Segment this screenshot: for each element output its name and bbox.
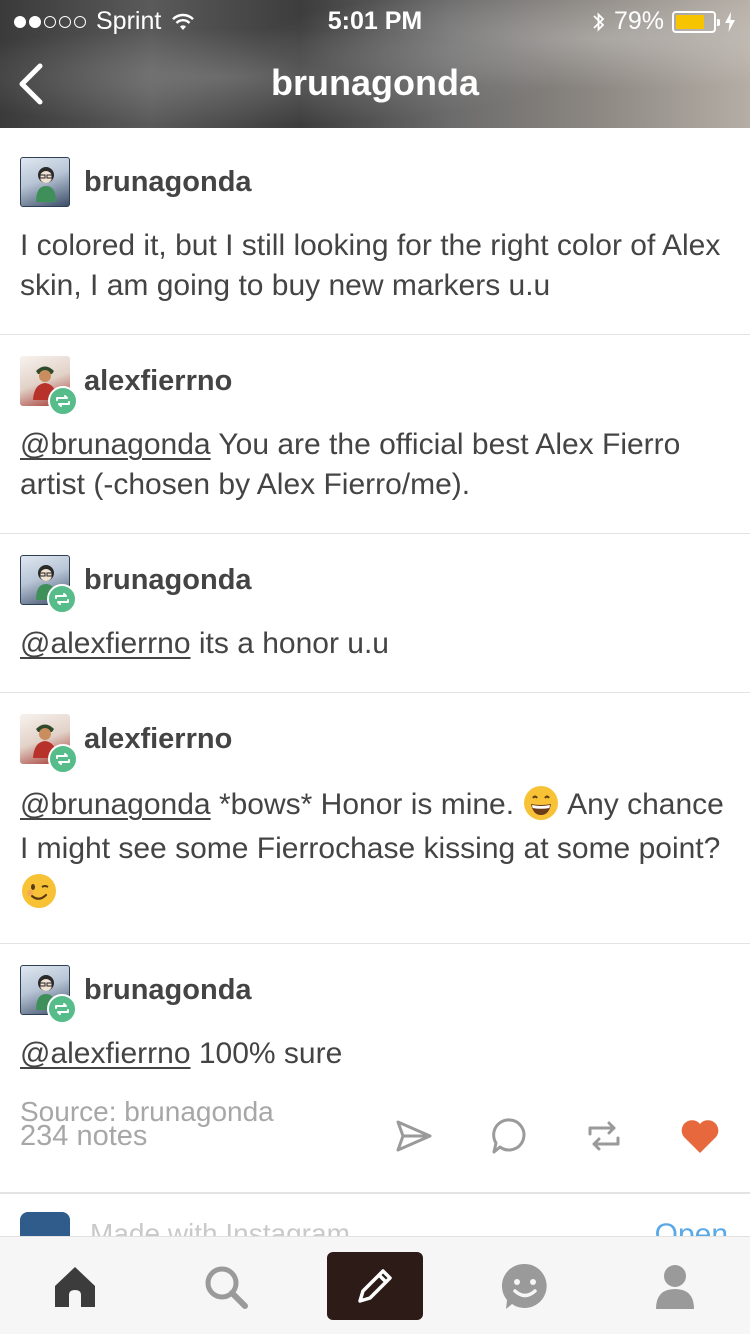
username[interactable]: alexfierrno [84, 365, 232, 398]
mention-link[interactable]: @alexfierrno [20, 1037, 191, 1070]
entry-header: alexfierrno [20, 713, 728, 774]
username[interactable]: brunagonda [84, 166, 252, 199]
avatar[interactable] [20, 555, 77, 614]
entry-text: I colored it, but I still looking for th… [20, 229, 721, 302]
peek-caption: Made with Instagram [90, 1218, 350, 1238]
instagram-icon [20, 1212, 70, 1238]
entry-header: brunagonda [20, 156, 728, 208]
entry-header: brunagonda [20, 964, 728, 1024]
thread-entry: brunagonda @alexfierrno its a honor u.u [0, 534, 750, 693]
reblog-badge-icon [55, 593, 69, 605]
reblog-badge [48, 744, 78, 774]
tab-bar [0, 1236, 750, 1334]
avatar[interactable] [20, 157, 70, 207]
thread-entry: alexfierrno @brunagonda *bows* Honor is … [0, 693, 750, 944]
entry-text-body: 100% sure [190, 1037, 343, 1070]
grinning-face-emoji [524, 786, 559, 820]
avatar[interactable] [20, 714, 78, 774]
share-icon[interactable] [392, 1114, 436, 1158]
status-bar: Sprint 5:01 PM 79% [0, 0, 750, 40]
compose-pencil-icon [358, 1269, 392, 1303]
entry-text-body: *bows* Honor is mine. [210, 788, 523, 821]
avatar[interactable] [20, 965, 77, 1024]
reblog-icon[interactable] [582, 1114, 626, 1158]
status-right: 79% [592, 7, 736, 36]
reblog-badge-icon [55, 1003, 69, 1015]
thread-entry: brunagonda I colored it, but I still loo… [0, 136, 750, 335]
username[interactable]: alexfierrno [84, 723, 232, 756]
search-icon[interactable] [198, 1259, 254, 1315]
peek-open-link[interactable]: Open [655, 1218, 728, 1238]
entry-text-body: its a honor u.u [190, 627, 389, 660]
entry-header: alexfierrno [20, 355, 728, 416]
thread-entry: alexfierrno @brunagonda You are the offi… [0, 335, 750, 534]
reblog-thread: brunagonda I colored it, but I still loo… [0, 136, 750, 1134]
winking-face-emoji [22, 874, 56, 908]
next-post-peek: Made with Instagram Open [0, 1194, 750, 1238]
mention-link[interactable]: @alexfierrno [20, 627, 191, 660]
compose-button[interactable] [327, 1252, 423, 1320]
header: Sprint 5:01 PM 79% brunagonda [0, 0, 750, 128]
entry-header: brunagonda [20, 554, 728, 614]
avatar-figure-icon [36, 167, 56, 202]
entry-text: @alexfierrno its a honor u.u [20, 624, 728, 664]
avatar[interactable] [20, 356, 78, 416]
like-heart-icon[interactable] [678, 1114, 722, 1158]
battery-level [676, 14, 705, 29]
post-footer: 234 notes [0, 1102, 750, 1172]
notes-count[interactable]: 234 notes [20, 1120, 147, 1153]
reblog-badge [47, 584, 77, 614]
reblog-badge [47, 994, 77, 1024]
reblog-badge [48, 386, 78, 416]
account-icon[interactable] [647, 1259, 703, 1315]
username[interactable]: brunagonda [84, 974, 252, 1007]
inbox-smiley-icon[interactable] [497, 1259, 553, 1315]
home-icon[interactable] [47, 1259, 103, 1315]
entry-text: @brunagonda *bows* Honor is mine. Any ch… [20, 783, 728, 915]
reply-icon[interactable] [488, 1114, 532, 1158]
battery-icon [672, 10, 720, 33]
entry-text: @alexfierrno 100% sure [20, 1034, 728, 1074]
reblog-badge-icon [56, 395, 70, 407]
entry-text: @brunagonda You are the official best Al… [20, 425, 728, 505]
battery-percent: 79% [613, 7, 664, 35]
nav-title[interactable]: brunagonda [0, 62, 750, 104]
reblog-badge-icon [56, 753, 70, 765]
username[interactable]: brunagonda [84, 564, 252, 597]
mention-link[interactable]: @brunagonda [20, 788, 211, 821]
charging-bolt-icon [725, 11, 735, 32]
bluetooth-icon [593, 11, 605, 32]
mention-link[interactable]: @brunagonda [20, 428, 211, 461]
